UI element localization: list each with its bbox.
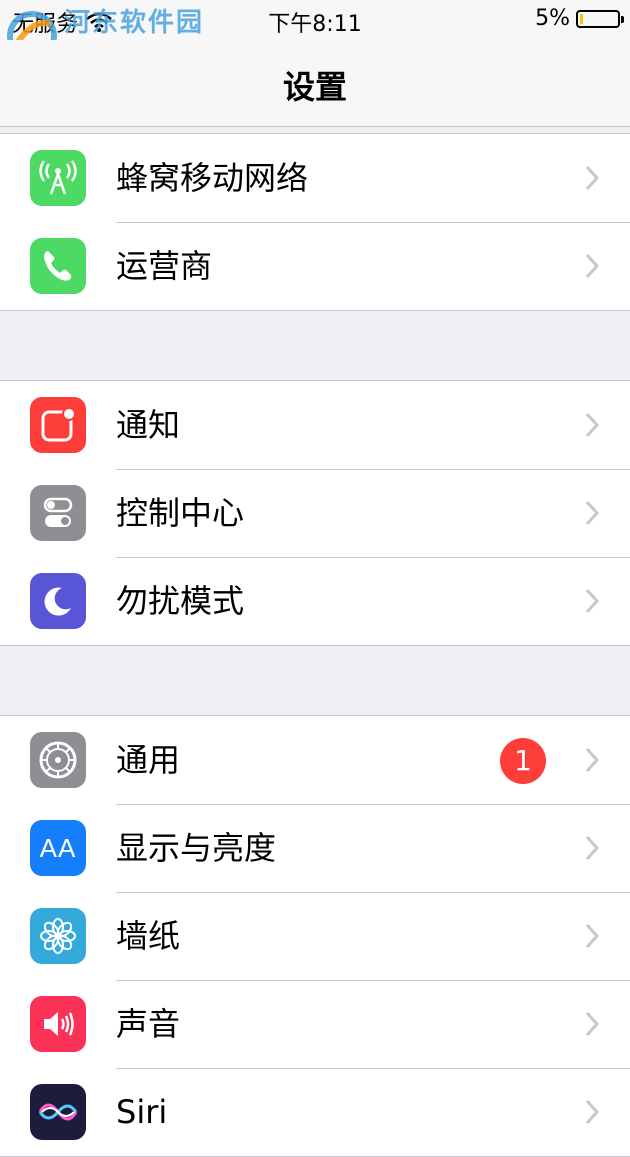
chevron-right-icon bbox=[585, 412, 600, 438]
settings-row-label: 通知 bbox=[116, 406, 181, 444]
settings-row-label: 控制中心 bbox=[116, 494, 245, 532]
settings-row-do-not-disturb[interactable]: 勿扰模式 bbox=[0, 557, 630, 645]
display-icon: AA bbox=[30, 820, 86, 876]
sound-icon bbox=[30, 996, 86, 1052]
settings-row-cellular[interactable]: 蜂窝移动网络 bbox=[0, 134, 630, 222]
settings-row-label: 蜂窝移动网络 bbox=[116, 159, 309, 197]
settings-row-label: 运营商 bbox=[116, 247, 213, 285]
settings-row-general[interactable]: 通用 1 bbox=[0, 716, 630, 804]
notifications-icon bbox=[30, 397, 86, 453]
battery-icon bbox=[576, 9, 624, 28]
status-bar: 无服务 下午8:11 5% bbox=[0, 0, 630, 40]
settings-row-label: 勿扰模式 bbox=[116, 582, 245, 620]
settings-row-control-center[interactable]: 控制中心 bbox=[0, 469, 630, 557]
settings-list: 蜂窝移动网络 运营商 通知 控制中心 勿扰模式 通用 1 AA 显示与亮度 墙纸… bbox=[0, 133, 630, 1157]
chevron-right-icon bbox=[585, 253, 600, 279]
settings-row-label: 声音 bbox=[116, 1005, 181, 1043]
control-center-icon bbox=[30, 485, 86, 541]
chevron-right-icon bbox=[585, 747, 600, 773]
wallpaper-icon bbox=[30, 908, 86, 964]
notification-badge: 1 bbox=[500, 738, 546, 784]
settings-row-label: 显示与亮度 bbox=[116, 829, 277, 867]
chevron-right-icon bbox=[585, 500, 600, 526]
settings-row-carrier[interactable]: 运营商 bbox=[0, 222, 630, 310]
chevron-right-icon bbox=[585, 588, 600, 614]
chevron-right-icon bbox=[585, 835, 600, 861]
siri-icon bbox=[30, 1084, 86, 1140]
nav-bar: 设置 bbox=[0, 40, 630, 127]
settings-row-siri[interactable]: Siri bbox=[0, 1068, 630, 1156]
gear-icon bbox=[30, 732, 86, 788]
battery-percent: 5% bbox=[535, 6, 570, 31]
settings-row-wallpaper[interactable]: 墙纸 bbox=[0, 892, 630, 980]
battery-level bbox=[580, 13, 583, 24]
settings-row-label: Siri bbox=[116, 1093, 168, 1131]
chevron-right-icon bbox=[585, 923, 600, 949]
settings-group-network: 蜂窝移动网络 运营商 bbox=[0, 133, 630, 311]
phone-icon bbox=[30, 238, 86, 294]
cellular-icon bbox=[30, 150, 86, 206]
settings-row-notifications[interactable]: 通知 bbox=[0, 381, 630, 469]
chevron-right-icon bbox=[585, 1099, 600, 1125]
moon-icon bbox=[30, 573, 86, 629]
status-right: 5% bbox=[535, 6, 624, 31]
settings-group-alerts: 通知 控制中心 勿扰模式 bbox=[0, 380, 630, 646]
settings-group-device: 通用 1 AA 显示与亮度 墙纸 声音 Siri bbox=[0, 715, 630, 1157]
settings-row-display[interactable]: AA 显示与亮度 bbox=[0, 804, 630, 892]
page-title: 设置 bbox=[282, 68, 347, 106]
chevron-right-icon bbox=[585, 165, 600, 191]
display-icon-text: AA bbox=[39, 832, 77, 863]
settings-row-label: 通用 bbox=[116, 741, 181, 779]
settings-row-label: 墙纸 bbox=[116, 917, 181, 955]
chevron-right-icon bbox=[585, 1011, 600, 1037]
settings-row-sound[interactable]: 声音 bbox=[0, 980, 630, 1068]
